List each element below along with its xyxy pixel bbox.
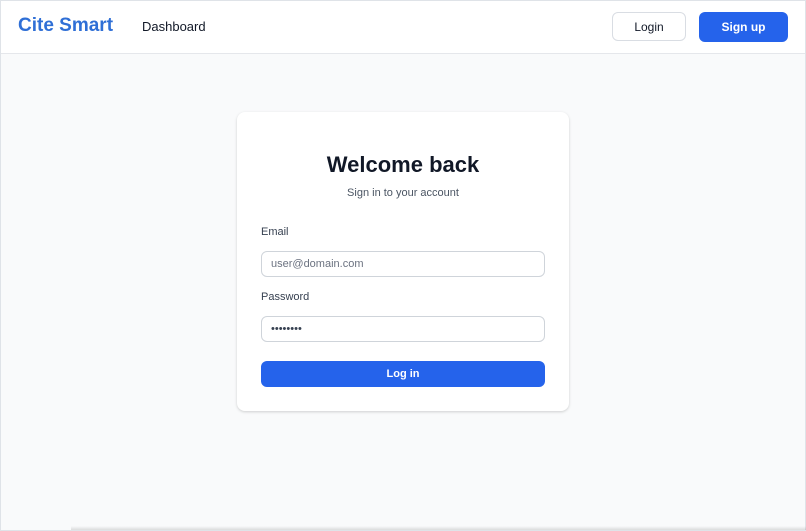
email-label: Email bbox=[261, 226, 289, 238]
page-title: Welcome back bbox=[326, 152, 480, 177]
app-window: Cite Smart Dashboard Login Sign up Welco… bbox=[0, 0, 806, 531]
password-label: Password bbox=[261, 291, 310, 303]
top-navbar: Cite Smart Dashboard Login Sign up bbox=[1, 1, 805, 54]
password-value: •••••••• bbox=[271, 323, 302, 335]
password-field[interactable]: •••••••• bbox=[261, 316, 545, 342]
nav-link-dashboard[interactable]: Dashboard bbox=[142, 19, 206, 34]
login-button[interactable]: Login bbox=[612, 12, 686, 41]
login-card: Welcome back Sign in to your account Ema… bbox=[237, 112, 569, 411]
login-submit-button[interactable]: Log in bbox=[261, 361, 545, 387]
bottom-edge-shadow bbox=[71, 526, 806, 530]
page-subtitle: Sign in to your account bbox=[347, 187, 459, 199]
email-field[interactable]: user@domain.com bbox=[261, 251, 545, 277]
signup-button[interactable]: Sign up bbox=[699, 12, 788, 42]
brand-logo[interactable]: Cite Smart bbox=[18, 15, 113, 37]
email-placeholder: user@domain.com bbox=[271, 258, 364, 270]
